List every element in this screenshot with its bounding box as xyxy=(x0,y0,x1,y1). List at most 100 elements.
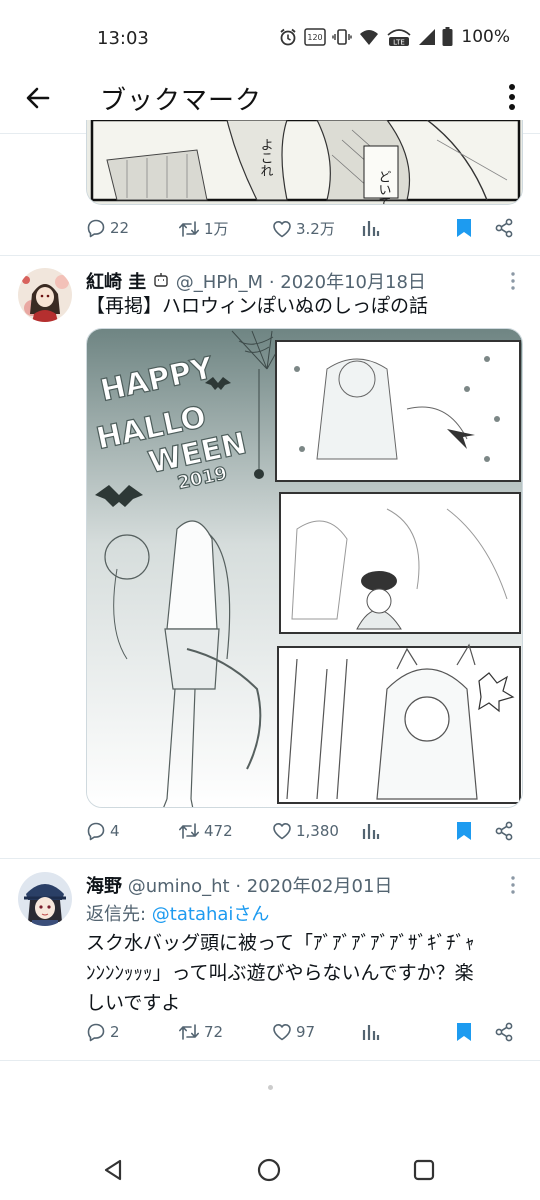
nav-back-icon xyxy=(104,1159,122,1181)
battery-percent: 100% xyxy=(461,27,510,47)
display-name[interactable]: 紅崎 圭 xyxy=(86,272,146,293)
retweet-button[interactable]: 472 xyxy=(178,821,233,841)
image-text-2: どいて xyxy=(376,170,391,205)
reply-prefix: 返信先: xyxy=(86,904,152,925)
reply-button[interactable]: 4 xyxy=(86,821,120,841)
bookmark-filled-icon xyxy=(457,822,471,840)
arrow-left-icon xyxy=(26,87,50,109)
share-icon xyxy=(495,1022,513,1042)
bot-label-icon xyxy=(154,273,168,287)
more-vertical-icon xyxy=(511,876,515,894)
system-nav-bar xyxy=(0,1140,540,1200)
analytics-icon xyxy=(362,824,380,839)
more-vertical-icon xyxy=(509,84,515,110)
tweet-divider-1 xyxy=(0,255,540,256)
tweet-date[interactable]: 2020年10月18日 xyxy=(280,272,426,293)
reply-button[interactable]: 22 xyxy=(86,218,129,238)
app-bar: ブックマーク xyxy=(0,70,540,124)
tweet-date[interactable]: 2020年02月01日 xyxy=(247,876,393,897)
tweet-text-line: しいですよ xyxy=(86,992,181,1014)
tweet-text: 【再掲】ハロウィンぽいぬのしっぽの話 xyxy=(86,295,429,317)
wifi-icon xyxy=(358,27,380,47)
nav-back-button[interactable] xyxy=(101,1158,125,1186)
reply-icon xyxy=(87,219,105,238)
reply-to-link[interactable]: @tatahaiさん xyxy=(152,904,270,925)
reply-icon xyxy=(87,822,105,841)
tweet-divider-2 xyxy=(0,858,540,859)
heart-icon xyxy=(273,220,291,237)
battery-icon xyxy=(442,27,453,47)
retweet-count: 1万 xyxy=(204,220,229,238)
analytics-icon xyxy=(362,221,380,236)
signal-icon xyxy=(418,28,436,46)
tweet-text-line: ﾝﾝﾝﾝｯｯｯ」って叫ぶ遊びやらないんですか？楽 xyxy=(86,962,474,984)
vibrate-icon xyxy=(332,27,353,47)
tweet-2-image[interactable]: HAPPY HALLO WEEN 2019 xyxy=(86,328,523,808)
analytics-button[interactable] xyxy=(362,1022,380,1042)
like-button[interactable]: 3.2万 xyxy=(272,218,335,239)
like-count: 97 xyxy=(296,1023,316,1041)
loading-indicator xyxy=(268,1085,273,1090)
like-button[interactable]: 97 xyxy=(272,1022,315,1042)
more-vertical-icon xyxy=(511,272,515,290)
reply-count: 2 xyxy=(110,1023,120,1041)
tweet-more-button[interactable] xyxy=(510,875,516,895)
tweet-divider-3 xyxy=(0,1060,540,1061)
status-time: 13:03 xyxy=(97,28,149,49)
heart-icon xyxy=(273,1024,291,1041)
separator-dot: · xyxy=(235,876,242,897)
reply-count: 4 xyxy=(110,822,120,840)
analytics-icon xyxy=(362,1025,380,1040)
status-icons: 120 LTE 100% xyxy=(278,27,510,47)
nav-home-button[interactable] xyxy=(256,1158,282,1188)
heart-icon xyxy=(273,823,291,840)
reply-context: 返信先: @tatahaiさん xyxy=(86,900,269,926)
back-button[interactable] xyxy=(22,82,54,114)
tweet-2-actions: 4 472 1,380 xyxy=(86,821,526,847)
handle[interactable]: @_HPh_M xyxy=(176,272,263,293)
tweet-text-line: スク水バッグ頭に被って「ｱﾞｱﾞｱﾞｱﾞｱﾞｻﾞｷﾞﾁﾞｬ xyxy=(86,932,475,954)
nav-recents-button[interactable] xyxy=(412,1158,436,1186)
share-button[interactable] xyxy=(494,821,514,841)
like-count: 3.2万 xyxy=(296,220,335,238)
retweet-count: 472 xyxy=(204,822,233,840)
analytics-button[interactable] xyxy=(362,218,380,238)
separator-dot: · xyxy=(268,272,275,293)
bookmark-button[interactable] xyxy=(456,1022,472,1042)
avatar[interactable] xyxy=(18,872,72,926)
share-button[interactable] xyxy=(494,1022,514,1042)
bookmark-button[interactable] xyxy=(456,218,472,238)
refresh-rate-icon: 120 xyxy=(304,27,327,47)
reply-button[interactable]: 2 xyxy=(86,1022,120,1042)
bookmark-filled-icon xyxy=(457,1023,471,1041)
nav-recents-icon xyxy=(413,1159,435,1181)
volte-icon: LTE xyxy=(386,27,412,47)
retweet-button[interactable]: 72 xyxy=(178,1022,223,1042)
bookmark-filled-icon xyxy=(457,219,471,237)
avatar[interactable] xyxy=(18,268,72,322)
retweet-button[interactable]: 1万 xyxy=(178,218,229,239)
share-icon xyxy=(495,218,513,238)
tweet-1-actions: 22 1万 3.2万 xyxy=(86,218,526,244)
more-options-button[interactable] xyxy=(502,80,522,114)
tweet-text: スク水バッグ頭に被って「ｱﾞｱﾞｱﾞｱﾞｱﾞｻﾞｷﾞﾁﾞｬ ﾝﾝﾝﾝｯｯｯ」って… xyxy=(86,928,526,1018)
like-count: 1,380 xyxy=(296,822,339,840)
reply-icon xyxy=(87,1023,105,1042)
bookmark-button[interactable] xyxy=(456,821,472,841)
page-title: ブックマーク xyxy=(100,86,263,116)
share-button[interactable] xyxy=(494,218,514,238)
alarm-icon xyxy=(278,27,298,47)
tweet-1-image[interactable]: よこれ どいて xyxy=(86,120,523,205)
like-button[interactable]: 1,380 xyxy=(272,821,339,841)
analytics-button[interactable] xyxy=(362,821,380,841)
retweet-count: 72 xyxy=(204,1023,224,1041)
retweet-icon xyxy=(179,220,199,237)
tweet-3-actions: 2 72 97 xyxy=(86,1022,526,1048)
tweet-3-header: 海野 @umino_ht · 2020年02月01日 xyxy=(86,872,392,898)
handle[interactable]: @umino_ht xyxy=(128,876,230,897)
display-name[interactable]: 海野 xyxy=(86,876,122,897)
hz-label: 120 xyxy=(308,33,323,42)
network-label: LTE xyxy=(394,39,406,47)
tweet-more-button[interactable] xyxy=(510,271,516,291)
retweet-icon xyxy=(179,1024,199,1040)
